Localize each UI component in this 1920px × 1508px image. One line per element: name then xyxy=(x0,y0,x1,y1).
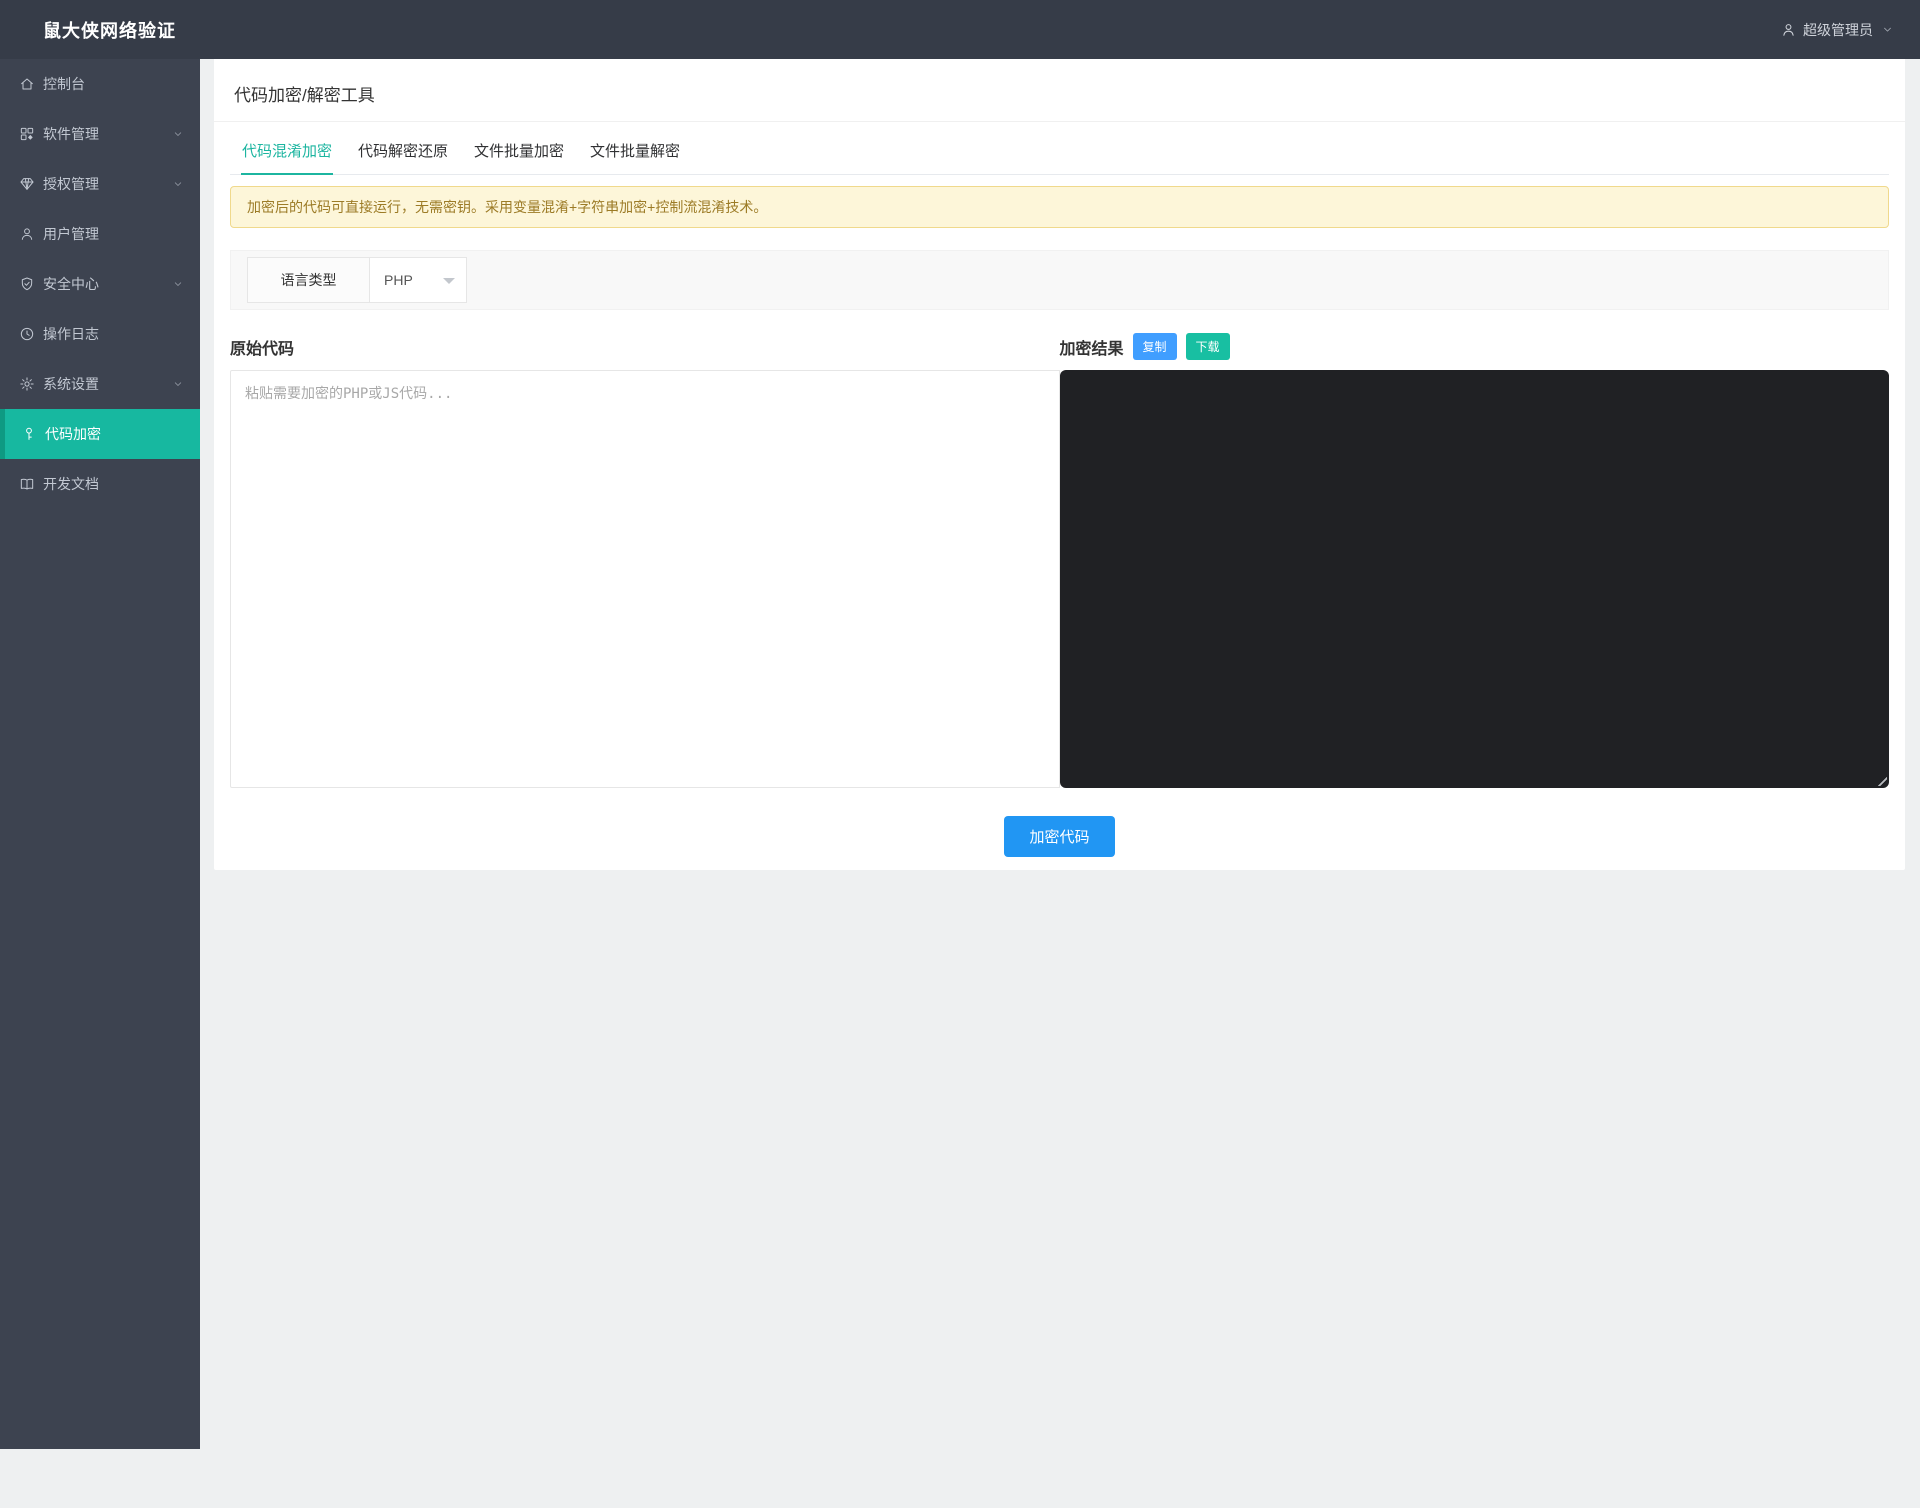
sidebar-item-dev-docs[interactable]: 开发文档 xyxy=(0,459,200,509)
chevron-down-icon xyxy=(170,128,186,140)
sidebar-item-label: 操作日志 xyxy=(43,324,99,344)
editor-section: 原始代码 加密结果 复制 下载 xyxy=(230,335,1889,788)
tab-code-decrypt-restore[interactable]: 代码解密还原 xyxy=(357,122,449,174)
result-column: 加密结果 复制 下载 xyxy=(1060,335,1890,788)
encrypted-result-output[interactable] xyxy=(1060,370,1890,788)
chevron-down-icon xyxy=(170,178,186,190)
user-name: 超级管理员 xyxy=(1803,20,1873,40)
sidebar: 控制台 软件管理 授权管理 用户管理 安全中心 操作日志 系统设置 代码加密 开… xyxy=(0,59,200,1449)
sidebar-item-console[interactable]: 控制台 xyxy=(0,59,200,109)
key-icon xyxy=(21,426,37,442)
sidebar-item-label: 代码加密 xyxy=(45,424,101,444)
encrypted-result-label: 加密结果 xyxy=(1060,335,1124,359)
top-header: 鼠大侠网络验证 超级管理员 xyxy=(0,0,1920,59)
user-icon xyxy=(19,226,35,242)
shield-check-icon xyxy=(19,276,35,292)
select-arrow-icon xyxy=(443,278,455,284)
source-code-input[interactable] xyxy=(230,370,1060,788)
source-column: 原始代码 xyxy=(230,335,1060,788)
open-book-icon xyxy=(19,476,35,492)
apps-icon xyxy=(19,126,35,142)
chevron-down-icon xyxy=(170,378,186,390)
source-code-label: 原始代码 xyxy=(230,335,294,359)
language-select[interactable]: PHP xyxy=(369,257,467,303)
sidebar-item-users[interactable]: 用户管理 xyxy=(0,209,200,259)
main-content: 代码加密/解密工具 代码混淆加密 代码解密还原 文件批量加密 文件批量解密 加密… xyxy=(214,59,1905,870)
gem-icon xyxy=(19,176,35,192)
chevron-down-icon xyxy=(170,278,186,290)
sidebar-item-label: 用户管理 xyxy=(43,224,99,244)
sidebar-item-label: 控制台 xyxy=(43,74,85,94)
user-menu[interactable]: 超级管理员 xyxy=(1780,0,1894,59)
home-icon xyxy=(19,76,35,92)
sidebar-item-label: 开发文档 xyxy=(43,474,99,494)
sidebar-item-authorization[interactable]: 授权管理 xyxy=(0,159,200,209)
sidebar-item-label: 软件管理 xyxy=(43,124,99,144)
sidebar-item-settings[interactable]: 系统设置 xyxy=(0,359,200,409)
copy-button[interactable]: 复制 xyxy=(1133,333,1177,360)
app-title: 鼠大侠网络验证 xyxy=(43,17,176,43)
sidebar-item-label: 授权管理 xyxy=(43,174,99,194)
download-button[interactable]: 下载 xyxy=(1186,333,1230,360)
clock-icon xyxy=(19,326,35,342)
sidebar-item-security[interactable]: 安全中心 xyxy=(0,259,200,309)
tab-file-batch-encrypt[interactable]: 文件批量加密 xyxy=(473,122,565,174)
sidebar-item-label: 系统设置 xyxy=(43,374,99,394)
chevron-down-icon xyxy=(1881,23,1894,36)
user-icon xyxy=(1780,21,1797,38)
encrypt-code-button[interactable]: 加密代码 xyxy=(1004,816,1114,857)
gear-icon xyxy=(19,376,35,392)
sidebar-item-code-encryption[interactable]: 代码加密 xyxy=(0,409,200,459)
sidebar-item-label: 安全中心 xyxy=(43,274,99,294)
tool-card: 代码加密/解密工具 代码混淆加密 代码解密还原 文件批量加密 文件批量解密 加密… xyxy=(214,59,1905,870)
tab-code-obfuscate-encrypt[interactable]: 代码混淆加密 xyxy=(241,122,333,175)
sidebar-item-software[interactable]: 软件管理 xyxy=(0,109,200,159)
resize-grip-icon[interactable] xyxy=(1874,773,1887,786)
page-title: 代码加密/解密工具 xyxy=(214,59,1905,122)
sidebar-item-logs[interactable]: 操作日志 xyxy=(0,309,200,359)
language-form-row: 语言类型 PHP xyxy=(230,250,1889,310)
language-selected-value: PHP xyxy=(384,272,413,288)
language-type-label: 语言类型 xyxy=(247,257,370,303)
tab-file-batch-decrypt[interactable]: 文件批量解密 xyxy=(589,122,681,174)
info-alert: 加密后的代码可直接运行，无需密钥。采用变量混淆+字符串加密+控制流混淆技术。 xyxy=(230,186,1889,228)
tab-bar: 代码混淆加密 代码解密还原 文件批量加密 文件批量解密 xyxy=(230,122,1889,175)
